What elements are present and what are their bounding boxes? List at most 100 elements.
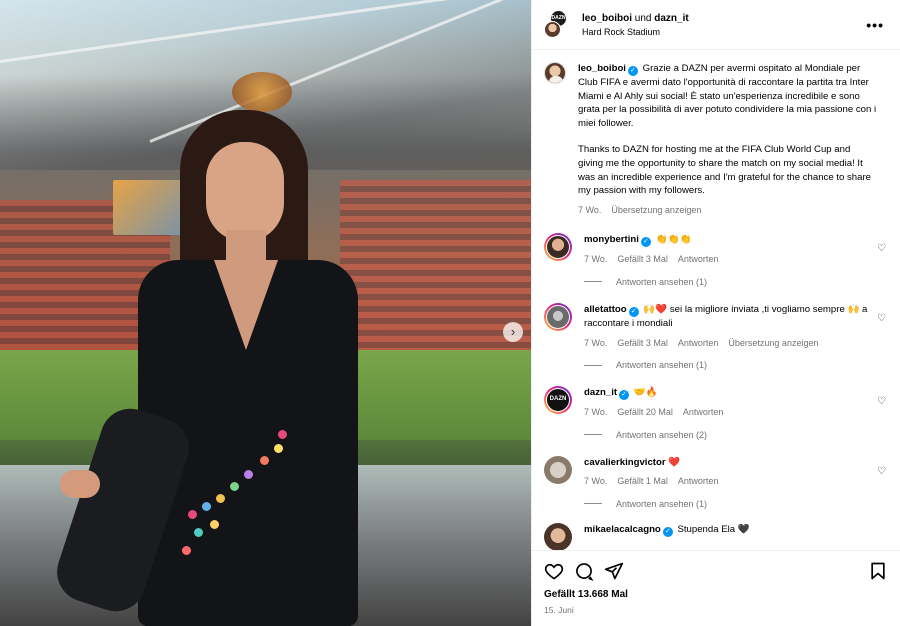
comment: DAZN dazn_it ✓ 🤝🔥 7 Wo. Gefällt 20 Mal An… xyxy=(544,386,888,420)
verified-badge-icon: ✓ xyxy=(662,526,673,537)
comment-text: ❤️ xyxy=(668,456,681,468)
verified-badge-icon: ✓ xyxy=(640,237,651,248)
post-actions: Gefällt 13.668 Mal 15. Juni xyxy=(532,550,900,626)
comment-time[interactable]: 7 Wo. xyxy=(584,253,607,267)
comment-likes[interactable]: Gefällt 3 Mal xyxy=(617,337,668,351)
caption: leo_boiboi ✓ Grazie a DAZN per avermi osp… xyxy=(544,62,888,217)
view-replies-link[interactable]: Antworten ansehen (1) xyxy=(584,360,888,370)
flower-embroidery xyxy=(188,510,197,519)
flower-embroidery xyxy=(260,456,269,465)
comment-body: dazn_it ✓ 🤝🔥 7 Wo. Gefällt 20 Mal Antwort… xyxy=(584,386,874,420)
comment-username[interactable]: cavalierkingvictor xyxy=(584,457,666,468)
bookmark-icon[interactable] xyxy=(868,561,888,581)
comment-like-heart-icon[interactable]: ♡ xyxy=(877,243,886,254)
more-options-icon[interactable]: ••• xyxy=(862,17,888,33)
header-text: leo_boiboi und dazn_it Hard Rock Stadium xyxy=(582,13,862,37)
header-joiner: und xyxy=(634,12,652,24)
comment-like-heart-icon[interactable]: ♡ xyxy=(877,396,886,407)
avatar-leo[interactable] xyxy=(544,62,566,84)
comment-text: Stupenda Ela 🖤 xyxy=(677,523,750,535)
flower-embroidery xyxy=(210,520,219,529)
view-replies-label: Antworten ansehen (1) xyxy=(616,498,708,509)
verified-badge-icon: ✓ xyxy=(628,306,639,317)
comment-username[interactable]: mikaelacalcagno xyxy=(584,524,661,535)
comment: cavalierkingvictor ❤️ 7 Wo. Gefällt 1 Ma… xyxy=(544,455,888,489)
comment-text: 👏👏👏 xyxy=(655,234,692,246)
avatar-alletattoo[interactable] xyxy=(544,302,572,331)
view-replies-link[interactable]: Antworten ansehen (2) xyxy=(584,430,888,440)
avatar-dazn[interactable]: DAZN xyxy=(544,386,572,415)
caption-text-english: Thanks to DAZN for hosting me at the FIF… xyxy=(578,144,872,197)
post-header: DAZN leo_boiboi und dazn_it Hard Rock St… xyxy=(532,0,900,50)
dress-neckline xyxy=(214,260,278,350)
face xyxy=(206,142,284,242)
comment-meta: 7 Wo. Gefällt 20 Mal Antworten xyxy=(584,406,874,420)
verified-badge-icon: ✓ xyxy=(627,66,638,76)
flower-embroidery xyxy=(182,546,191,555)
comment-body: monybertini ✓ 👏👏👏 7 Wo. Gefällt 3 Mal Ant… xyxy=(584,233,874,267)
translate-link[interactable]: Übersetzung anzeigen xyxy=(728,337,818,351)
comments-scroll[interactable]: leo_boiboi ✓ Grazie a DAZN per avermi osp… xyxy=(532,50,900,550)
flower-embroidery xyxy=(216,494,225,503)
comment-username[interactable]: dazn_it xyxy=(584,387,617,398)
caption-time[interactable]: 7 Wo. xyxy=(578,204,601,218)
post-sidebar: DAZN leo_boiboi und dazn_it Hard Rock St… xyxy=(531,0,900,626)
comment-time[interactable]: 7 Wo. xyxy=(584,475,607,489)
header-user2-link[interactable]: dazn_it xyxy=(654,13,688,24)
comment-like-heart-icon[interactable]: ♡ xyxy=(877,466,886,477)
comment: alletattoo ✓ 🙌❤️ sei la migliore inviata … xyxy=(544,302,888,350)
action-icons xyxy=(544,559,888,583)
comment-time[interactable]: 7 Wo. xyxy=(584,406,607,420)
header-user1-link[interactable]: leo_boiboi xyxy=(582,13,632,24)
caption-username[interactable]: leo_boiboi xyxy=(578,63,626,74)
location-link[interactable]: Hard Rock Stadium xyxy=(582,27,862,37)
caption-meta: 7 Wo. Übersetzung anzeigen xyxy=(578,204,878,218)
hand xyxy=(60,470,100,498)
comment-likes[interactable]: Gefällt 3 Mal xyxy=(617,253,668,267)
comment-meta: 7 Wo. Gefällt 1 Mal Antworten xyxy=(584,475,874,489)
collab-names: leo_boiboi und dazn_it xyxy=(582,13,862,24)
comment-time[interactable]: 7 Wo. xyxy=(584,337,607,351)
avatar-leo[interactable] xyxy=(544,20,561,38)
verified-badge-icon: ✓ xyxy=(619,390,630,401)
next-photo-button[interactable]: › xyxy=(503,322,523,342)
view-replies-label: Antworten ansehen (2) xyxy=(616,429,708,440)
comment-likes[interactable]: Gefällt 20 Mal xyxy=(617,406,673,420)
stadium-logo-sign xyxy=(232,72,292,112)
comment-like-heart-icon[interactable]: ♡ xyxy=(877,313,886,324)
flower-embroidery xyxy=(230,482,239,491)
replies-dash xyxy=(584,364,602,366)
likes-count[interactable]: Gefällt 13.668 Mal xyxy=(544,589,888,600)
avatar-mikaelacalcagno[interactable] xyxy=(544,522,572,550)
translate-link[interactable]: Übersetzung anzeigen xyxy=(611,204,701,218)
reply-link[interactable]: Antworten xyxy=(678,475,719,489)
reply-link[interactable]: Antworten xyxy=(683,406,724,420)
woman-figure xyxy=(49,110,368,626)
post-view: › DAZN leo_boiboi und dazn_it Hard Rock … xyxy=(0,0,900,626)
view-replies-link[interactable]: Antworten ansehen (1) xyxy=(584,277,888,287)
share-icon[interactable] xyxy=(604,561,624,581)
flower-embroidery xyxy=(274,444,283,453)
post-date: 15. Juni xyxy=(544,605,574,615)
flower-embroidery xyxy=(194,528,203,537)
comment-username[interactable]: alletattoo xyxy=(584,304,627,315)
comment-body: mikaelacalcagno ✓ Stupenda Ela 🖤 xyxy=(584,523,874,550)
comment: monybertini ✓ 👏👏👏 7 Wo. Gefällt 3 Mal Ant… xyxy=(544,233,888,267)
comment-likes[interactable]: Gefällt 1 Mal xyxy=(617,475,668,489)
heart-icon[interactable] xyxy=(544,561,564,581)
comment-username[interactable]: monybertini xyxy=(584,234,639,245)
collab-avatars[interactable]: DAZN xyxy=(544,9,574,40)
avatar-monybertini[interactable] xyxy=(544,233,572,262)
view-replies-link[interactable]: Antworten ansehen (1) xyxy=(584,499,888,509)
flower-embroidery xyxy=(244,470,253,479)
comment-body: alletattoo ✓ 🙌❤️ sei la migliore inviata … xyxy=(584,303,874,350)
avatar-cavalierkingvictor[interactable] xyxy=(544,455,572,484)
view-replies-label: Antworten ansehen (1) xyxy=(616,276,708,287)
reply-link[interactable]: Antworten xyxy=(678,337,719,351)
comment-icon[interactable] xyxy=(574,561,594,581)
reply-link[interactable]: Antworten xyxy=(678,253,719,267)
post-photo[interactable]: › xyxy=(0,0,531,626)
replies-dash xyxy=(584,434,602,436)
replies-dash xyxy=(584,281,602,283)
comment: mikaelacalcagno ✓ Stupenda Ela 🖤 xyxy=(544,522,888,550)
